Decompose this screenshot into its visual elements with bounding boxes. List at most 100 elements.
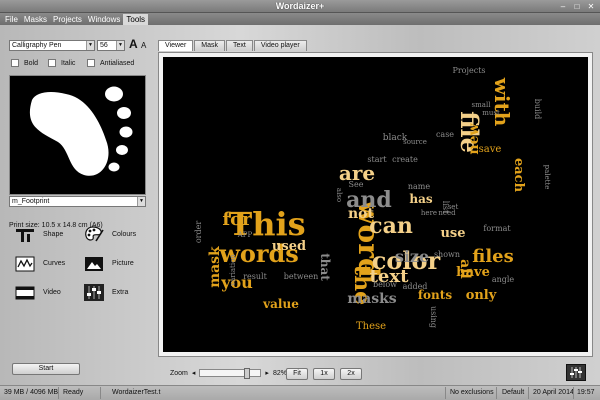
cloud-word: case (436, 130, 454, 139)
cloud-word: palette (543, 165, 551, 190)
bold-label: Bold (24, 59, 39, 67)
tool-label: Video (43, 289, 61, 296)
palette-icon (84, 226, 104, 243)
zoom-1x-button[interactable]: 1x (313, 368, 335, 380)
cloud-word: only (466, 288, 497, 303)
status-bar: 39 MB / 4096 MB Ready WordaizerTest.t No… (0, 385, 600, 400)
word-cloud-canvas[interactable]: This words word color and can the file with are te… (163, 57, 588, 352)
tool-video[interactable]: Video (15, 284, 61, 301)
memory-status: 39 MB / 4096 MB (4, 389, 59, 396)
sliders-icon (84, 284, 104, 301)
chevron-down-icon[interactable]: ▼ (86, 41, 94, 50)
tool-shape[interactable]: Shape (15, 226, 63, 243)
fit-button[interactable]: Fit (286, 368, 308, 380)
cloud-word: small (472, 101, 492, 109)
title-bar: Wordaizer+ – □ ✕ (0, 0, 600, 13)
mask-select[interactable]: m_Footprint ▼ (9, 196, 146, 207)
menu-file[interactable]: File (2, 14, 21, 25)
cloud-word: files (472, 246, 514, 267)
sliders-icon (570, 367, 582, 378)
zoom-slider[interactable] (199, 368, 262, 379)
tool-label: Colours (112, 231, 137, 238)
menu-windows[interactable]: Windows (85, 14, 123, 25)
video-icon (15, 284, 35, 301)
cloud-word: can (369, 213, 413, 239)
tab-video-player[interactable]: Video player (253, 40, 307, 51)
tool-label: Picture (112, 260, 134, 267)
file-status: WordaizerTest.t (112, 389, 161, 396)
cloud-word: shown (434, 250, 460, 259)
zoom-slider-thumb[interactable] (244, 368, 251, 379)
font-size-value: 56 (100, 42, 108, 49)
zoom-value: 82% (272, 369, 287, 377)
exclusions-status: No exclusions (450, 389, 494, 396)
profile-status: Default (502, 389, 525, 396)
window-title: Wordaizer+ (275, 1, 325, 11)
tool-picture[interactable]: Picture (84, 255, 134, 272)
cloud-word: save (479, 144, 502, 155)
cloud-word: below (373, 280, 397, 289)
italic-option[interactable]: Italic (48, 59, 75, 67)
bold-checkbox[interactable] (11, 59, 19, 67)
maximize-icon[interactable]: □ (572, 2, 582, 11)
cloud-word: has (409, 192, 433, 206)
mask-value: m_Footprint (12, 198, 50, 205)
settings-button[interactable] (566, 364, 586, 381)
cloud-word: order (194, 221, 203, 243)
cloud-word: size (395, 247, 429, 266)
cloud-word: See (349, 180, 364, 189)
cloud-word: for (222, 209, 252, 230)
menu-projects[interactable]: Projects (50, 14, 85, 25)
zoom-control: Zoom ◂ ▸ 82% (170, 368, 287, 379)
cloud-word: using (429, 306, 438, 328)
menu-tools[interactable]: Tools (123, 13, 149, 25)
tab-mask[interactable]: Mask (194, 40, 226, 51)
close-icon[interactable]: ✕ (586, 2, 596, 11)
zoom-2x-button[interactable]: 2x (340, 368, 362, 380)
view-tabs: Viewer Mask Text Video player (158, 40, 307, 51)
cloud-word: create (392, 155, 418, 164)
date-status: 20 April 2014 (533, 389, 574, 396)
tool-extra[interactable]: Extra (84, 284, 128, 301)
cloud-word: variation (229, 254, 237, 287)
chevron-down-icon[interactable]: ▼ (137, 197, 145, 206)
font-family-select[interactable]: Calligraphy Pen ▼ (9, 40, 95, 51)
cloud-word: set (448, 203, 459, 211)
cloud-word: angle (492, 275, 515, 284)
tool-colours[interactable]: Colours (84, 226, 136, 243)
italic-label: Italic (61, 59, 76, 67)
tab-viewer[interactable]: Viewer (158, 40, 194, 51)
cloud-word: source (403, 138, 427, 146)
cloud-word: between (284, 272, 319, 281)
tool-curves[interactable]: Curves (15, 255, 65, 272)
zoom-right-arrow-icon[interactable]: ▸ (265, 369, 269, 377)
font-smaller-button[interactable]: A (141, 41, 146, 50)
cloud-word: result (243, 272, 267, 281)
zoom-left-arrow-icon[interactable]: ◂ (192, 369, 196, 377)
cloud-word: value (262, 297, 299, 311)
font-family-value: Calligraphy Pen (12, 42, 62, 49)
shape-icon (15, 226, 35, 243)
cloud-word: used (272, 239, 306, 254)
cloud-word: Projects (452, 66, 485, 75)
tab-text[interactable]: Text (226, 40, 253, 51)
bold-option[interactable]: Bold (11, 59, 38, 67)
tool-label: Extra (112, 289, 129, 296)
menu-bar: File Masks Projects Windows Tools (0, 13, 600, 25)
cloud-word: with (490, 77, 514, 127)
antialiased-option[interactable]: Antialiased (87, 59, 134, 67)
ready-status: Ready (63, 389, 84, 396)
start-button[interactable]: Start (12, 363, 80, 375)
minimize-icon[interactable]: – (558, 2, 568, 11)
chevron-down-icon[interactable]: ▼ (116, 41, 124, 50)
cloud-word: start (367, 155, 387, 164)
cloud-word: added (403, 282, 428, 291)
antialiased-label: Antialiased (100, 59, 135, 67)
font-bigger-button[interactable]: A (129, 37, 138, 51)
font-size-select[interactable]: 56 ▼ (97, 40, 125, 51)
cloud-word: name (408, 182, 431, 191)
antialiased-checkbox[interactable] (87, 59, 95, 67)
menu-masks[interactable]: Masks (21, 14, 50, 25)
cloud-word: These (356, 321, 386, 332)
italic-checkbox[interactable] (48, 59, 56, 67)
